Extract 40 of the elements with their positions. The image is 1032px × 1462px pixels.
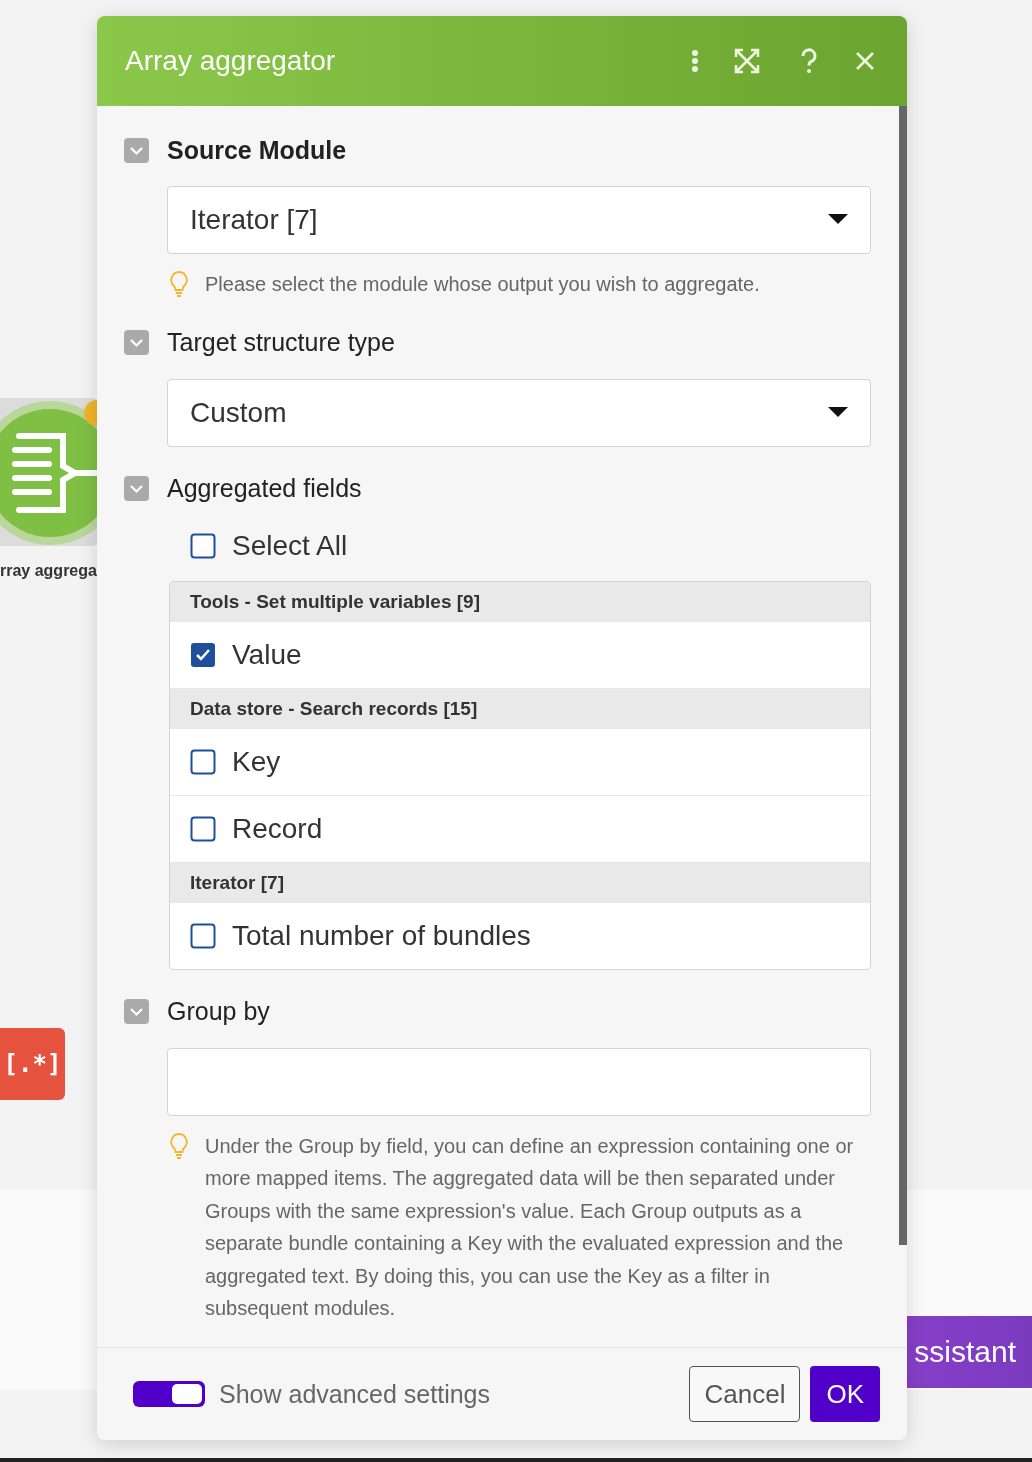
collapse-toggle-icon[interactable] [124, 330, 149, 355]
scrollbar[interactable] [899, 106, 907, 1245]
checkbox[interactable] [190, 922, 216, 949]
checkbox-label: Total number of bundles [232, 919, 531, 952]
checkbox-label: Select All [232, 529, 348, 562]
select-dropdown[interactable]: Iterator [7] [167, 186, 871, 254]
collapse-toggle-icon[interactable] [124, 999, 149, 1024]
hint-text: Under the Group by field, you can define an expression containing one or more mapped items. The aggregated data will be then separated under Groups with the same expression's value. Each Group outputs as a separate bundle containing a Key with the evaluated expression and the aggregated text. By doing this, you can use the Key as a filter in subsequent modules. [205, 1133, 855, 1321]
checkbox-label: Value [232, 638, 302, 671]
collapse-toggle-icon[interactable] [124, 476, 149, 501]
group-header: Iterator [7] [170, 862, 870, 903]
select-dropdown[interactable]: Custom [167, 378, 871, 447]
checkbox[interactable] [190, 815, 216, 842]
text-input-field[interactable] [167, 1047, 871, 1116]
regex-tool-button[interactable]: [.*] [0, 1028, 65, 1100]
dropdown-caret-icon[interactable] [828, 406, 848, 419]
expand-icon[interactable] [733, 47, 761, 75]
advanced-settings-label: Show advanced settings [219, 1379, 491, 1409]
checkbox[interactable] [190, 532, 216, 559]
checkbox-label: Record [232, 812, 323, 845]
dialog-title: Array aggregator [125, 45, 337, 77]
section-label: Source Module [167, 135, 347, 165]
lightbulb-icon [167, 270, 191, 298]
collapse-toggle-icon[interactable] [124, 137, 149, 163]
checkbox-label: Key [232, 745, 281, 778]
cancel-button[interactable]: Cancel [689, 1366, 801, 1422]
dropdown-caret-icon[interactable] [828, 214, 848, 226]
ok-button[interactable]: OK [810, 1366, 880, 1422]
lightbulb-icon [167, 1131, 191, 1160]
hint-text: Please select the module whose output you wish to aggregate. [205, 272, 760, 297]
section-label: Aggregated fields [167, 474, 362, 503]
group-header: Data store - Search records [15] [170, 688, 870, 729]
section-label: Target structure type [167, 328, 395, 357]
checked-checkbox[interactable] [190, 641, 216, 668]
group-header: Tools - Set multiple variables [9] [170, 581, 870, 622]
checkbox[interactable] [190, 748, 216, 775]
more-options-icon[interactable] [691, 47, 699, 75]
advanced-settings-toggle[interactable] [133, 1381, 205, 1407]
section-label: Group by [167, 997, 270, 1026]
module-label: rray aggrega [0, 562, 97, 580]
